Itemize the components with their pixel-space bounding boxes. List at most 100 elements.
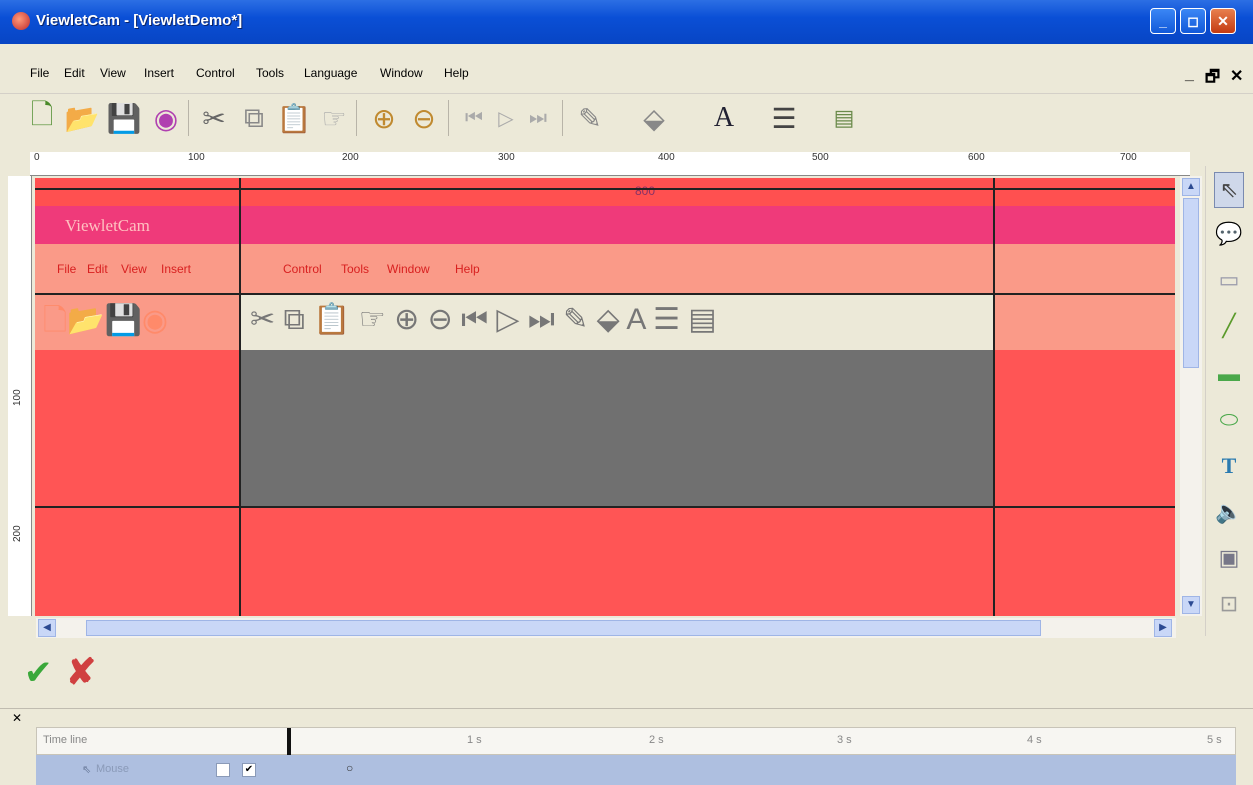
- button-tool-icon[interactable]: ▭: [1214, 262, 1244, 298]
- close-button[interactable]: ✕: [1210, 8, 1236, 34]
- menu-tools[interactable]: Tools: [256, 66, 284, 80]
- zoom-out-icon[interactable]: ⊖: [404, 96, 444, 140]
- captured-cut-icon: ✂ ⧉ 📋 ☞ ⊕ ⊖ ⏮ ▷ ⏭ ✎ ⬙ A ☰ ▤: [250, 303, 717, 336]
- vertical-scroll-thumb[interactable]: [1183, 198, 1199, 368]
- close-timeline-icon[interactable]: ✕: [12, 711, 22, 725]
- timeline-label: Time line: [43, 734, 88, 746]
- captured-menu-item: Window: [387, 262, 430, 276]
- ruler-label: 200: [12, 525, 23, 542]
- menu-insert[interactable]: Insert: [144, 66, 174, 80]
- guide-line: [35, 188, 1175, 190]
- maximize-button[interactable]: ◻: [1180, 8, 1206, 34]
- ruler-label: 0: [34, 152, 40, 163]
- scroll-left-button[interactable]: ◀: [38, 619, 56, 637]
- canvas-top-strip: [35, 178, 1175, 206]
- copy-icon[interactable]: ⧉: [234, 96, 274, 140]
- vertical-scrollbar[interactable]: ▲ ▼: [1180, 176, 1202, 616]
- guide-line: [239, 178, 241, 616]
- captured-menu-item: View: [121, 262, 147, 276]
- line-style-icon[interactable]: ☰: [764, 96, 804, 140]
- captured-menu-item: Insert: [161, 262, 192, 276]
- captured-app-title: ViewletCam: [65, 216, 150, 235]
- scroll-up-button[interactable]: ▲: [1182, 178, 1200, 196]
- row-label: Mouse: [96, 763, 130, 775]
- properties-icon[interactable]: ▤: [824, 96, 864, 140]
- window-title: ViewletCam - [ViewletDemo*]: [36, 12, 243, 29]
- cut-icon[interactable]: ✂: [194, 96, 234, 140]
- mdi-close-button[interactable]: ✕: [1230, 66, 1243, 86]
- lock-checkbox[interactable]: ✔: [242, 763, 256, 777]
- guide-line: [993, 178, 995, 616]
- tool-palette: ⇖ 💬 ▭ ╱ ▬ ⬭ T 🔈 ▣ ⊡: [1205, 166, 1249, 636]
- ruler-label: 700: [1120, 152, 1137, 163]
- timeline-row[interactable]: ⇖ Mouse ✔ ○: [36, 755, 1236, 785]
- timeline-panel: ✕ Time line 1 s 2 s 3 s 4 s 5 s ⇖ Mouse …: [0, 708, 1253, 785]
- menu-control[interactable]: Control: [196, 66, 235, 80]
- captured-file-icons: 🗋📂💾◉: [43, 304, 169, 337]
- minimize-button[interactable]: _: [1150, 8, 1176, 34]
- captured-menu-item: Edit: [87, 262, 108, 276]
- frame-tool-icon[interactable]: ⊡: [1214, 586, 1244, 622]
- line-color-icon[interactable]: ✎: [570, 96, 610, 140]
- callout-tool-icon[interactable]: 💬: [1214, 216, 1244, 252]
- keyframe-icon[interactable]: ○: [346, 761, 353, 775]
- main-toolbar: 🗋 📂 💾 ◉ ✂ ⧉ 📋 ☞ ⊕ ⊖ ⏮ ▷ ⏭ ✎ ⬙ A ☰ ▤: [14, 96, 974, 144]
- new-icon[interactable]: 🗋: [22, 96, 62, 140]
- select-tool-icon[interactable]: ⇖: [1214, 172, 1244, 208]
- scroll-down-button[interactable]: ▼: [1182, 596, 1200, 614]
- last-frame-icon[interactable]: ⏭: [518, 96, 558, 140]
- time-mark: 2 s: [649, 734, 664, 746]
- horizontal-scroll-thumb[interactable]: [86, 620, 1041, 636]
- menu-edit[interactable]: Edit: [64, 66, 85, 80]
- mdi-minimize-button[interactable]: _: [1185, 66, 1194, 84]
- fill-color-icon[interactable]: ⬙: [634, 96, 674, 140]
- playhead[interactable]: [287, 728, 291, 756]
- check-icon[interactable]: ✔: [24, 653, 53, 693]
- ruler-label: 500: [812, 152, 829, 163]
- editing-canvas[interactable]: 800 ViewletCam File Edit View Insert Con…: [35, 178, 1175, 616]
- captured-title-bar: [35, 206, 1175, 244]
- sound-tool-icon[interactable]: 🔈: [1214, 494, 1244, 530]
- timeline-header: Time line 1 s 2 s 3 s 4 s 5 s: [36, 727, 1236, 756]
- ellipse-tool-icon[interactable]: ⬭: [1214, 402, 1244, 438]
- menu-file[interactable]: File: [30, 66, 49, 80]
- horizontal-ruler: 0 100 200 300 400 500 600 700: [30, 152, 1190, 176]
- line-tool-icon[interactable]: ╱: [1214, 308, 1244, 344]
- captured-menu-bar: File Edit View Insert Control Tools Wind…: [35, 244, 1175, 294]
- x-icon[interactable]: ✘: [66, 651, 96, 693]
- time-mark: 4 s: [1027, 734, 1042, 746]
- app-icon: [12, 12, 30, 30]
- mdi-restore-button[interactable]: 🗗: [1205, 66, 1220, 93]
- time-mark: 5 s: [1207, 734, 1222, 746]
- image-tool-icon[interactable]: ▣: [1214, 540, 1244, 576]
- rectangle-tool-icon[interactable]: ▬: [1214, 356, 1244, 392]
- title-bar: ViewletCam - [ViewletDemo*] _ ◻ ✕: [0, 0, 1253, 44]
- horizontal-scrollbar[interactable]: ◀ ▶: [36, 618, 1176, 638]
- visibility-checkbox[interactable]: [216, 763, 230, 777]
- paste-special-icon[interactable]: ☞: [314, 96, 354, 140]
- save-icon[interactable]: 💾: [104, 96, 144, 140]
- paste-icon[interactable]: 📋: [274, 96, 314, 140]
- time-mark: 3 s: [837, 734, 852, 746]
- menu-help[interactable]: Help: [444, 66, 469, 80]
- scroll-right-button[interactable]: ▶: [1154, 619, 1172, 637]
- captured-menu-item: Help: [455, 262, 480, 276]
- captured-menu-item: Tools: [341, 262, 370, 276]
- action-bar: ✔ ✘: [0, 645, 1253, 705]
- guide-line: [35, 293, 1175, 295]
- ruler-label: 300: [498, 152, 515, 163]
- ruler-label: 400: [658, 152, 675, 163]
- menu-view[interactable]: View: [100, 66, 126, 80]
- menu-window[interactable]: Window: [380, 66, 423, 80]
- menu-language[interactable]: Language: [304, 66, 357, 80]
- ruler-label: 600: [968, 152, 985, 163]
- zoom-in-icon[interactable]: ⊕: [364, 96, 404, 140]
- open-icon[interactable]: 📂: [62, 96, 102, 140]
- font-color-icon[interactable]: A: [704, 96, 744, 140]
- captured-menu-item: File: [57, 262, 77, 276]
- text-tool-icon[interactable]: T: [1214, 448, 1244, 484]
- vertical-ruler: 100 200: [8, 176, 32, 616]
- captured-gray-area: [240, 350, 995, 506]
- record-icon[interactable]: ◉: [146, 96, 186, 140]
- captured-menu-item: Control: [283, 262, 322, 276]
